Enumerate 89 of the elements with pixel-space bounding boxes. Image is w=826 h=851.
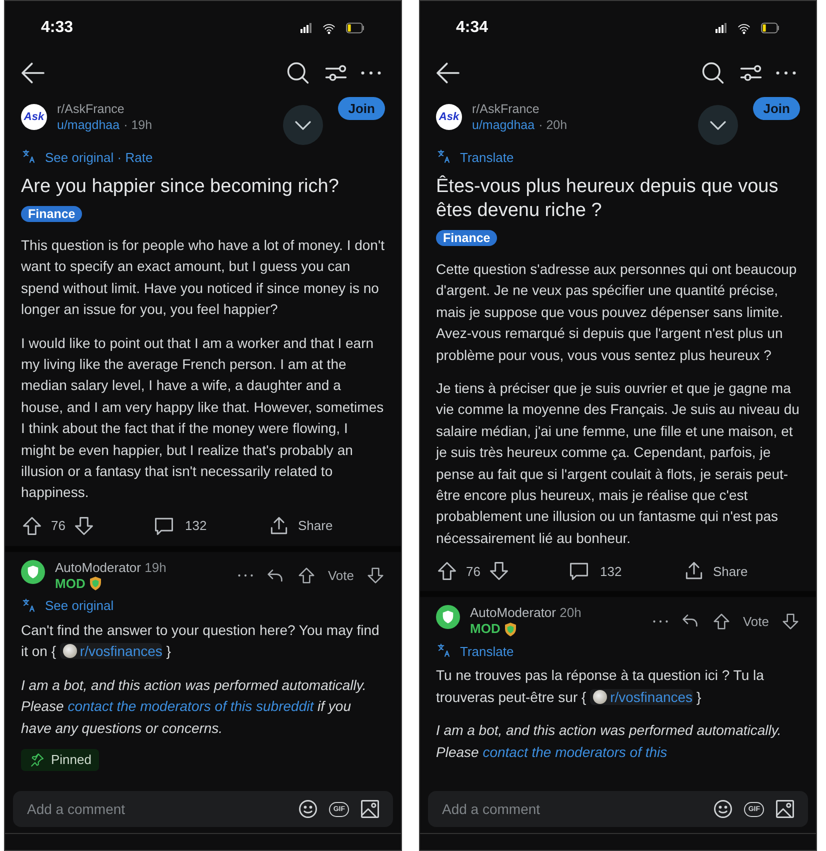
username-link[interactable]: u/magdhaa — [472, 117, 535, 133]
flair-tag: Finance — [436, 230, 498, 246]
downvote-icon — [781, 612, 800, 631]
username-link[interactable]: u/magdhaa — [57, 117, 120, 133]
downvote-button[interactable] — [73, 514, 96, 537]
post-paragraph: This question is for people who have a lot of money. I don't want to specify an exact amount, but I guess you can spend without limit. Have you noticed if since money is no longer an issue for you, you feel happier? — [21, 236, 385, 320]
post-paragraph: Je tiens à préciser que je suis ouvrier et que je gagne ma vie comme la moyenne des Français. Je suis au niveau du salaire médian, j'ai une femme, une fille et une maison, et je suis très heureux comme ça. Cependant, parfois, je pense au fait que si l'argent coulait à flots, je serais peut-être encore plus heureux, mais je réalise que c'est probablement une illusion ou un fantasme qui n'est pas nécessairement lié au bonheur. — [436, 379, 800, 548]
post-age: · 20h — [538, 117, 568, 133]
share-button[interactable]: Share — [683, 560, 748, 582]
emoji-icon — [297, 798, 320, 820]
upvote-icon — [21, 514, 43, 537]
comment-text: Can't find the answer to your question here? You may find it on { r/vosfinances } — [21, 620, 380, 662]
downvote-button[interactable] — [488, 560, 510, 582]
mod-shield-icon — [88, 576, 104, 592]
comment-downvote-button[interactable] — [781, 612, 800, 631]
wifi-icon — [736, 22, 752, 34]
post-title: Êtes-vous plus heureux depuis que vous êtes devenu riche ? — [436, 175, 780, 223]
wifi-icon — [321, 22, 337, 34]
contact-moderators-link[interactable]: contact the moderators of this — [482, 744, 668, 760]
post-paragraph: I would like to point out that I am a worker and that I earn my living like the average French person. I am at the median salary level, I have a wife, a daughter and a house, and I am very happy like that. However, sometimes I think about the fact that if the money were flowing, I might be even happier, but I realize that's probably an illusion or a fantasy that isn't necessarily related to happiness. — [21, 334, 385, 502]
subreddit-name[interactable]: r/AskFrance — [472, 101, 744, 117]
comment-upvote-button[interactable] — [296, 566, 316, 586]
vote-count: 76 — [466, 564, 480, 579]
search-icon — [700, 60, 726, 86]
more-icon — [238, 574, 253, 578]
comment-upvote-button[interactable] — [712, 612, 731, 631]
vote-count: 76 — [51, 518, 66, 534]
mod-shield-icon — [503, 622, 518, 637]
downvote-icon — [488, 560, 510, 582]
upvote-button[interactable] — [21, 514, 43, 537]
translate-link[interactable]: Translate — [460, 150, 514, 164]
comment-age: 19h — [144, 560, 166, 575]
pin-icon — [29, 752, 45, 768]
translate-link[interactable]: Translate — [460, 644, 514, 659]
comment-more-button[interactable] — [238, 574, 253, 578]
collapse-button[interactable] — [283, 105, 323, 145]
emoji-icon — [712, 798, 734, 820]
bot-notice: I am a bot, and this action was performed automatically. Please contact the moderators of this subreddit if you have any questions or concerns. — [21, 676, 368, 738]
comment-text: Tu ne trouves pas la réponse à ta question ici ? Tu la trouveras peut-être sur { r/vosfinances } — [436, 666, 765, 707]
post-paragraph: Cette question s'adresse aux personnes qui ont beaucoup d'argent. Je ne veux pas spécifier une quantité précise, mais je suppose que vous pouvez dépenser sans limite. Avez-vous remarqué si depuis que l'argent n'est plus un problème pour vous, vous vous sentez plus heureux ? — [436, 260, 798, 365]
comment-more-button[interactable] — [652, 620, 668, 623]
status-time: 4:33 — [41, 19, 74, 37]
downvote-icon — [366, 566, 385, 586]
search-icon — [285, 60, 311, 86]
vote-label: Vote — [328, 568, 354, 584]
comment-author[interactable]: AutoModerator — [55, 560, 141, 575]
comment-age: 20h — [560, 605, 582, 620]
translate-link[interactable]: See original — [45, 598, 114, 614]
more-icon — [652, 620, 668, 623]
comment-count: 132 — [600, 564, 622, 579]
downvote-icon — [73, 514, 96, 537]
status-time: 4:34 — [456, 19, 488, 37]
subreddit-logo: Ask — [21, 104, 47, 130]
coin-icon — [593, 690, 608, 704]
upvote-icon — [296, 566, 316, 586]
comment-count: 132 — [185, 518, 207, 534]
translate-link[interactable]: See original · Rate — [45, 150, 153, 164]
join-button[interactable]: Join — [338, 97, 385, 120]
comment-button[interactable] — [568, 560, 590, 582]
bot-notice: I am a bot, and this action was performed automatically. Please contact the moderators of this — [436, 721, 782, 762]
collapse-button[interactable] — [698, 105, 738, 145]
coin-icon — [62, 644, 77, 658]
upvote-icon — [436, 560, 458, 582]
comment-downvote-button[interactable] — [366, 566, 385, 586]
image-icon — [774, 798, 796, 820]
flair-tag: Finance — [21, 206, 82, 222]
share-button[interactable]: Share — [268, 514, 333, 537]
battery-icon — [758, 22, 782, 34]
subreddit-name[interactable]: r/AskFrance — [57, 101, 328, 117]
more-icon — [361, 71, 381, 75]
battery-icon — [343, 22, 367, 34]
comment-icon — [568, 560, 590, 582]
more-icon — [776, 71, 796, 75]
upvote-button[interactable] — [436, 560, 458, 582]
upvote-icon — [712, 612, 731, 631]
mod-label: MOD — [470, 621, 500, 638]
share-icon — [268, 514, 290, 537]
comment-author[interactable]: AutoModerator — [470, 605, 556, 620]
contact-moderators-link[interactable]: contact the moderators of this subreddit — [68, 698, 314, 714]
mod-label: MOD — [55, 576, 86, 592]
vote-label: Vote — [742, 614, 769, 629]
post-age: · 19h — [124, 117, 152, 133]
post-title: Are you happier since becoming rich? — [21, 175, 340, 199]
shield-icon — [26, 564, 40, 579]
shield-icon — [441, 610, 455, 624]
join-button[interactable]: Join — [753, 97, 800, 120]
subreddit-logo: Ask — [436, 104, 462, 130]
image-icon — [359, 798, 381, 820]
pinned-badge: Pinned — [21, 748, 100, 771]
